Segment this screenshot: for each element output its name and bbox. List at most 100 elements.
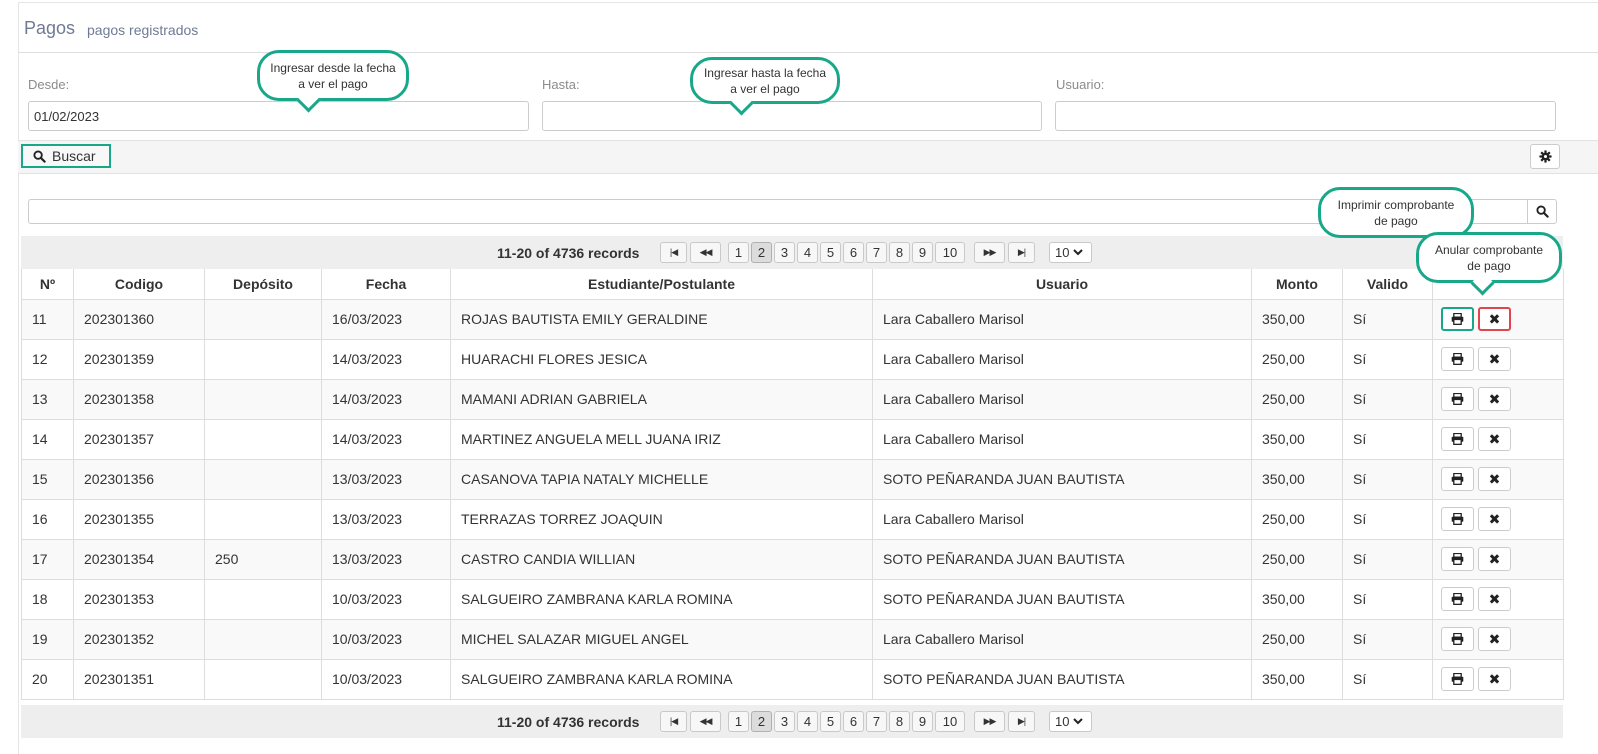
last-page-button[interactable]: ▶| [1008, 242, 1035, 263]
prev-page-button[interactable]: ◀◀ [690, 711, 721, 732]
page-size-select[interactable]: 10 [1049, 242, 1092, 263]
page-button[interactable]: 9 [912, 242, 933, 263]
page-button[interactable]: 1 [728, 242, 749, 263]
cell-codigo: 202301354 [73, 538, 205, 580]
delete-button[interactable]: ✖ [1478, 507, 1511, 531]
page-button[interactable]: 8 [889, 711, 910, 732]
cell-monto: 350,00 [1251, 418, 1343, 460]
page-button[interactable]: 3 [774, 711, 795, 732]
delete-button[interactable]: ✖ [1478, 387, 1511, 411]
row-actions: ✖ [1432, 338, 1564, 380]
print-button[interactable] [1441, 347, 1474, 371]
column-header[interactable]: Depósito [204, 269, 322, 300]
page-button[interactable]: 6 [843, 711, 864, 732]
cell-n: 19 [21, 618, 74, 660]
desde-field[interactable] [28, 101, 529, 131]
column-header[interactable]: Monto [1251, 269, 1343, 300]
print-button[interactable] [1441, 467, 1474, 491]
print-button[interactable] [1441, 427, 1474, 451]
page-button[interactable]: 5 [820, 711, 841, 732]
page-button[interactable]: 10 [935, 711, 965, 732]
prev-page-button[interactable]: ◀◀ [690, 242, 721, 263]
print-button[interactable] [1441, 507, 1474, 531]
delete-button[interactable]: ✖ [1478, 347, 1511, 371]
page-size-select[interactable]: 10 [1049, 711, 1092, 732]
page-button[interactable]: 7 [866, 242, 887, 263]
close-icon: ✖ [1488, 391, 1501, 407]
page-button[interactable]: 6 [843, 242, 864, 263]
row-actions: ✖ [1432, 658, 1564, 700]
cell-fecha: 13/03/2023 [321, 458, 451, 500]
cell-fecha: 13/03/2023 [321, 538, 451, 580]
cell-deposito [204, 338, 322, 380]
column-header[interactable]: Fecha [321, 269, 451, 300]
page-button-current[interactable]: 2 [751, 242, 772, 263]
cell-usuario: Lara Caballero Marisol [872, 378, 1252, 420]
page-button[interactable]: 8 [889, 242, 910, 263]
page-button[interactable]: 10 [935, 242, 965, 263]
delete-button[interactable]: ✖ [1478, 587, 1511, 611]
print-button[interactable] [1441, 627, 1474, 651]
column-header[interactable]: Estudiante/Postulante [450, 269, 873, 300]
cell-codigo: 202301358 [73, 378, 205, 420]
print-button[interactable] [1441, 307, 1474, 331]
usuario-field[interactable] [1055, 101, 1556, 131]
cell-deposito [204, 498, 322, 540]
quick-search-input[interactable] [28, 199, 1527, 224]
cell-deposito [204, 298, 322, 340]
quick-search-button[interactable] [1527, 199, 1557, 224]
print-button[interactable] [1441, 667, 1474, 691]
row-actions-group: ✖ [1434, 627, 1563, 651]
row-actions: ✖ [1432, 538, 1564, 580]
settings-button[interactable] [1530, 144, 1560, 169]
row-actions-group: ✖ [1434, 347, 1563, 371]
close-icon: ✖ [1488, 591, 1501, 607]
print-icon [1451, 553, 1464, 565]
cell-valido: Sí [1342, 458, 1433, 500]
first-page-button[interactable]: |◀ [660, 242, 687, 263]
first-page-button[interactable]: |◀ [660, 711, 687, 732]
delete-button[interactable]: ✖ [1478, 627, 1511, 651]
column-header[interactable]: Nº [21, 269, 74, 300]
cell-deposito [204, 458, 322, 500]
page-button[interactable]: 3 [774, 242, 795, 263]
page-button[interactable]: 1 [728, 711, 749, 732]
column-header[interactable]: Codigo [73, 269, 205, 300]
pager-bottom: 11-20 of 4736 records |◀ ◀◀ 1 2 3 4 5 6 … [21, 705, 1563, 738]
page-button-current[interactable]: 2 [751, 711, 772, 732]
row-actions-group: ✖ [1434, 667, 1563, 691]
cell-estudiante: ROJAS BAUTISTA EMILY GERALDINE [450, 298, 873, 340]
delete-button[interactable]: ✖ [1478, 427, 1511, 451]
cell-n: 14 [21, 418, 74, 460]
hasta-field[interactable] [542, 101, 1042, 131]
page-button[interactable]: 4 [797, 242, 818, 263]
row-actions-group: ✖ [1434, 547, 1563, 571]
delete-button[interactable]: ✖ [1478, 547, 1511, 571]
callout-imprimir-text: Imprimir comprobante de pago [1337, 197, 1455, 228]
print-button[interactable] [1441, 387, 1474, 411]
page-button[interactable]: 5 [820, 242, 841, 263]
buscar-button[interactable]: Buscar [21, 144, 111, 168]
next-page-button[interactable]: ▶▶ [974, 711, 1005, 732]
print-button[interactable] [1441, 587, 1474, 611]
page-size-value: 10 [1055, 245, 1070, 260]
delete-button[interactable]: ✖ [1478, 467, 1511, 491]
delete-button[interactable]: ✖ [1478, 667, 1511, 691]
next-page-button[interactable]: ▶▶ [974, 242, 1005, 263]
callout-anular-text: Anular comprobante de pago [1434, 242, 1544, 273]
table-row: 15 202301356 13/03/2023 CASANOVA TAPIA NATA… [21, 458, 1564, 500]
pager-top: 11-20 of 4736 records |◀ ◀◀ 1 2 3 4 5 6 … [21, 236, 1563, 269]
cell-estudiante: MAMANI ADRIAN GABRIELA [450, 378, 873, 420]
last-page-button[interactable]: ▶| [1008, 711, 1035, 732]
column-header[interactable]: Usuario [872, 269, 1252, 300]
cell-n: 17 [21, 538, 74, 580]
prev-page-icon: ◀◀ [699, 716, 713, 726]
cell-fecha: 10/03/2023 [321, 658, 451, 700]
page-button[interactable]: 4 [797, 711, 818, 732]
page-button[interactable]: 7 [866, 711, 887, 732]
page-button[interactable]: 9 [912, 711, 933, 732]
print-button[interactable] [1441, 547, 1474, 571]
delete-button[interactable]: ✖ [1478, 307, 1511, 331]
page-size-value: 10 [1055, 714, 1070, 729]
callout-hasta: Ingresar hasta la fecha a ver el pago [690, 57, 840, 104]
